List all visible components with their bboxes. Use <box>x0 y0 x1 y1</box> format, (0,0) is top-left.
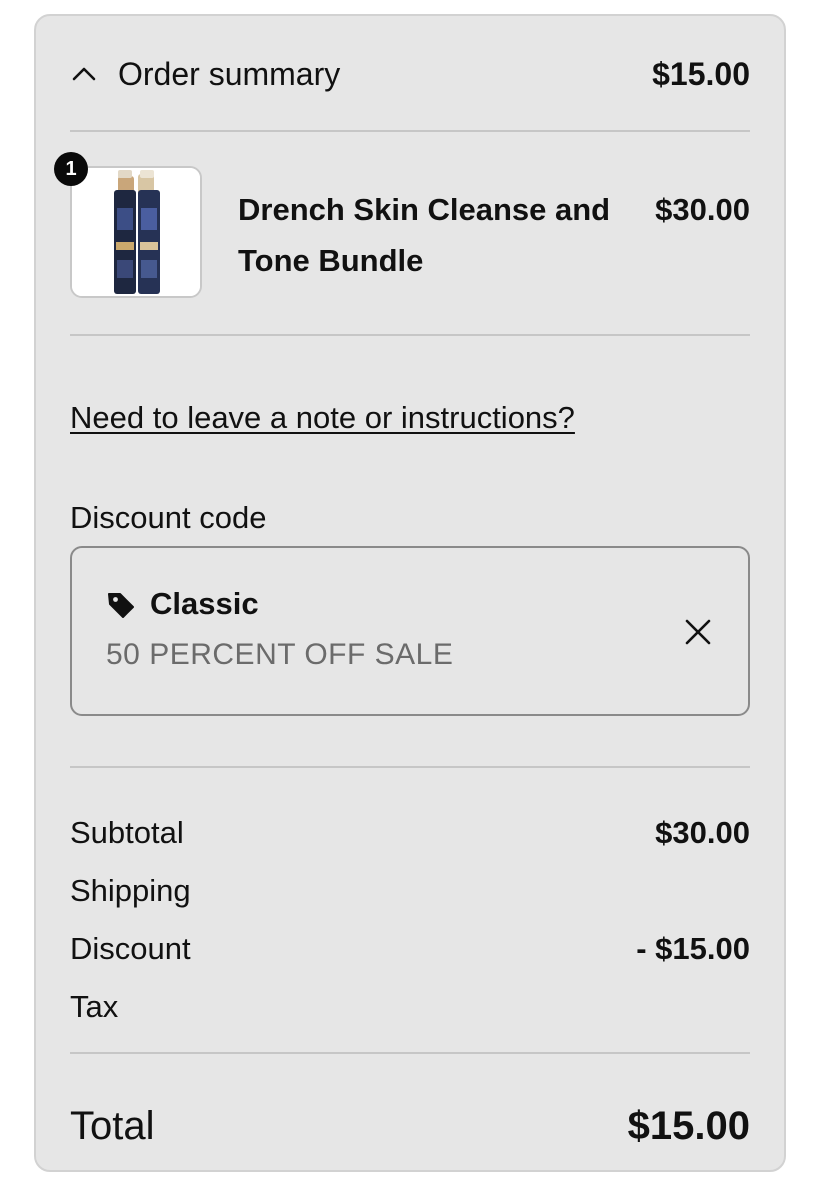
order-summary-toggle[interactable]: Order summary $15.00 <box>70 52 750 96</box>
subtotal-row: Subtotal $30.00 <box>70 804 750 862</box>
divider <box>70 766 750 768</box>
tax-label: Tax <box>70 989 119 1024</box>
tag-icon <box>108 593 134 618</box>
discount-code-label: Discount code <box>70 500 267 535</box>
shipping-label: Shipping <box>70 873 191 908</box>
close-icon[interactable] <box>682 616 714 648</box>
quantity-badge: 1 <box>54 152 88 186</box>
tax-row: Tax <box>70 978 750 1036</box>
subtotal-label: Subtotal <box>70 815 184 850</box>
order-summary-price: $15.00 <box>652 55 750 92</box>
order-summary-content: Order summary $15.00 1 Drench Skin Clean… <box>54 16 750 1170</box>
order-summary-header-left: Order summary <box>70 56 340 93</box>
shipping-row: Shipping <box>70 862 750 920</box>
discount-code-name: Classic <box>150 586 259 621</box>
total-row: Total $15.00 <box>70 1096 750 1156</box>
divider <box>70 1052 750 1054</box>
total-value: $15.00 <box>627 1103 750 1148</box>
discount-code-description: 50 PERCENT OFF SALE <box>106 638 454 671</box>
product-bottles-icon <box>72 168 200 296</box>
divider <box>70 334 750 336</box>
product-price: $30.00 <box>655 192 750 227</box>
discount-value: - $15.00 <box>636 931 750 966</box>
chevron-up-icon <box>72 67 96 81</box>
subtotal-value: $30.00 <box>655 815 750 850</box>
discount-label: Discount <box>70 931 191 966</box>
applied-discount-field: Classic 50 PERCENT OFF SALE <box>70 546 750 716</box>
total-label: Total <box>70 1103 155 1148</box>
totals-breakdown: Subtotal $30.00 Shipping Discount - $15.… <box>70 804 750 1036</box>
leave-note-link[interactable]: Need to leave a note or instructions? <box>70 400 575 436</box>
order-summary-card: Order summary $15.00 1 Drench Skin Clean… <box>34 14 786 1172</box>
order-summary-title: Order summary <box>118 55 341 92</box>
product-name: Drench Skin Cleanse and Tone Bundle <box>238 192 611 278</box>
line-item: 1 Drench Skin Cleanse and Tone Bundle $3… <box>54 152 750 304</box>
discount-row: Discount - $15.00 <box>70 920 750 978</box>
product-thumbnail <box>70 166 202 298</box>
divider <box>70 130 750 132</box>
